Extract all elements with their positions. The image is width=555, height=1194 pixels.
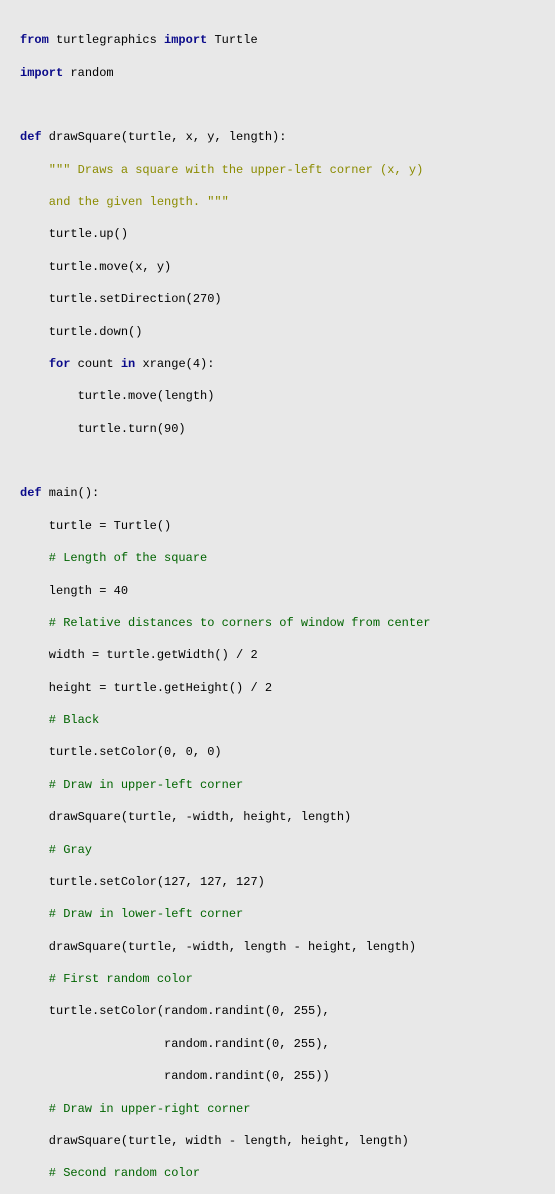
- comment: # Relative distances to corners of windo…: [20, 616, 430, 630]
- comment: # Draw in upper-left corner: [20, 778, 243, 792]
- docstring: and the given length. """: [20, 195, 229, 209]
- keyword-from: from: [20, 33, 49, 47]
- code-line: turtle.setColor(127, 127, 127): [20, 874, 535, 890]
- code-line: from turtlegraphics import Turtle: [20, 32, 535, 48]
- comment: # Length of the square: [20, 551, 207, 565]
- code-line: turtle.setColor(0, 0, 0): [20, 744, 535, 760]
- code-line: """ Draws a square with the upper-left c…: [20, 162, 535, 178]
- code-line: # Draw in upper-left corner: [20, 777, 535, 793]
- code-line: length = 40: [20, 583, 535, 599]
- code-text: length = 40: [20, 584, 128, 598]
- code-text: turtle.setDirection(270): [20, 292, 222, 306]
- code-line: drawSquare(turtle, width - length, heigh…: [20, 1133, 535, 1149]
- comment: # Draw in upper-right corner: [20, 1102, 250, 1116]
- code-line: # First random color: [20, 971, 535, 987]
- keyword-import: import: [164, 33, 207, 47]
- code-line: turtle.turn(90): [20, 421, 535, 437]
- code-line: def main():: [20, 485, 535, 501]
- code-text: random: [63, 66, 113, 80]
- code-line: turtle.setColor(random.randint(0, 255),: [20, 1003, 535, 1019]
- docstring: """ Draws a square with the upper-left c…: [20, 163, 423, 177]
- keyword-def: def: [20, 130, 42, 144]
- code-line: # Gray: [20, 842, 535, 858]
- code-text: drawSquare(turtle, -width, height, lengt…: [20, 810, 351, 824]
- code-line: turtle.setDirection(270): [20, 291, 535, 307]
- code-line: width = turtle.getWidth() / 2: [20, 647, 535, 663]
- comment: # Second random color: [20, 1166, 200, 1180]
- code-line: random.randint(0, 255),: [20, 1036, 535, 1052]
- code-line: turtle.down(): [20, 324, 535, 340]
- blank-line: [20, 453, 535, 469]
- code-text: turtle = Turtle(): [20, 519, 171, 533]
- comment: # Draw in lower-left corner: [20, 907, 243, 921]
- code-line: random.randint(0, 255)): [20, 1068, 535, 1084]
- code-text: turtle.setColor(random.randint(0, 255),: [20, 1004, 330, 1018]
- code-text: random.randint(0, 255)): [20, 1069, 330, 1083]
- code-text: width = turtle.getWidth() / 2: [20, 648, 258, 662]
- code-text: turtle.up(): [20, 227, 128, 241]
- code-line: turtle.move(x, y): [20, 259, 535, 275]
- code-line: import random: [20, 65, 535, 81]
- code-block: from turtlegraphics import Turtle import…: [20, 16, 535, 1194]
- code-line: turtle.up(): [20, 226, 535, 242]
- code-text: turtle.turn(90): [20, 422, 186, 436]
- code-text: turtle.move(length): [20, 389, 214, 403]
- code-text: xrange(4):: [135, 357, 214, 371]
- code-line: # Length of the square: [20, 550, 535, 566]
- code-text: height = turtle.getHeight() / 2: [20, 681, 272, 695]
- code-text: turtle.setColor(127, 127, 127): [20, 875, 265, 889]
- code-line: # Draw in lower-left corner: [20, 906, 535, 922]
- code-line: and the given length. """: [20, 194, 535, 210]
- code-line: # Relative distances to corners of windo…: [20, 615, 535, 631]
- code-line: # Draw in upper-right corner: [20, 1101, 535, 1117]
- code-text: drawSquare(turtle, x, y, length):: [42, 130, 287, 144]
- code-line: turtle.move(length): [20, 388, 535, 404]
- keyword-for: for: [49, 357, 71, 371]
- code-text: turtlegraphics: [49, 33, 164, 47]
- code-line: # Black: [20, 712, 535, 728]
- code-line: # Second random color: [20, 1165, 535, 1181]
- code-text: [20, 357, 49, 371]
- code-text: main():: [42, 486, 100, 500]
- code-text: turtle.setColor(0, 0, 0): [20, 745, 222, 759]
- code-line: height = turtle.getHeight() / 2: [20, 680, 535, 696]
- comment: # First random color: [20, 972, 193, 986]
- code-text: Turtle: [207, 33, 257, 47]
- code-text: drawSquare(turtle, -width, length - heig…: [20, 940, 416, 954]
- comment: # Gray: [20, 843, 92, 857]
- code-line: drawSquare(turtle, -width, height, lengt…: [20, 809, 535, 825]
- code-text: count: [70, 357, 120, 371]
- code-line: def drawSquare(turtle, x, y, length):: [20, 129, 535, 145]
- code-text: random.randint(0, 255),: [20, 1037, 330, 1051]
- code-line: drawSquare(turtle, -width, length - heig…: [20, 939, 535, 955]
- code-line: for count in xrange(4):: [20, 356, 535, 372]
- keyword-def: def: [20, 486, 42, 500]
- code-text: turtle.move(x, y): [20, 260, 171, 274]
- keyword-in: in: [121, 357, 135, 371]
- code-text: turtle.down(): [20, 325, 142, 339]
- comment: # Black: [20, 713, 99, 727]
- blank-line: [20, 97, 535, 113]
- keyword-import: import: [20, 66, 63, 80]
- code-line: turtle = Turtle(): [20, 518, 535, 534]
- code-text: drawSquare(turtle, width - length, heigh…: [20, 1134, 409, 1148]
